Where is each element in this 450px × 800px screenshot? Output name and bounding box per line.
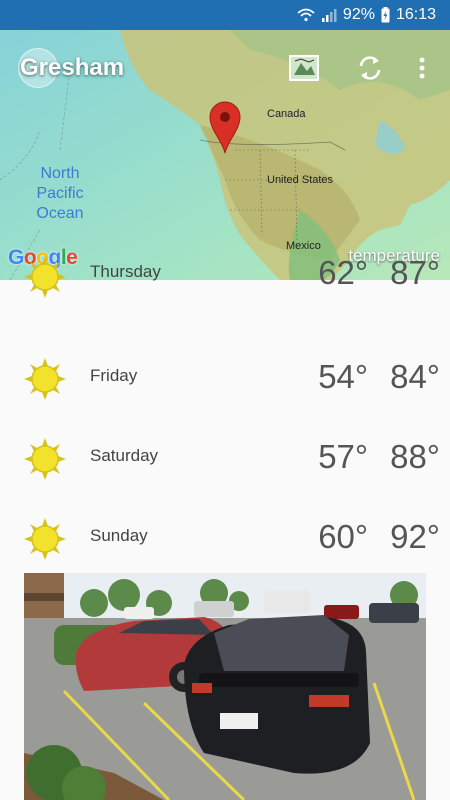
- temp-high: 88°: [390, 438, 440, 475]
- forecast-day: Friday: [90, 366, 138, 385]
- forecast-row[interactable]: Friday 54° 84°: [0, 336, 450, 416]
- forecast-day: Sunday: [90, 526, 148, 545]
- forecast-list[interactable]: Thursday 62° 87° Friday 54° 84° Saturday 5…: [0, 254, 450, 576]
- ocean-label-line: North: [40, 165, 80, 182]
- ocean-label: North Pacific Ocean: [36, 164, 84, 224]
- forecast-row[interactable]: Saturday 57° 88°: [0, 416, 450, 496]
- forecast-temps: 57° 88°: [296, 438, 440, 476]
- city-title[interactable]: Gresham: [20, 54, 124, 82]
- more-vert-icon: [419, 57, 425, 79]
- forecast-day: Saturday: [90, 446, 159, 465]
- status-bar: 92% 16:13: [0, 0, 450, 30]
- wifi-icon: [297, 8, 315, 22]
- temp-high: 87°: [390, 254, 440, 291]
- temp-high: 92°: [390, 518, 440, 555]
- canada-label: Canada: [267, 108, 306, 120]
- map-view[interactable]: Gresham North Pacific Ocean Canada Unite…: [0, 30, 450, 280]
- sun-icon: [24, 358, 66, 400]
- signal-icon: [321, 9, 337, 22]
- forecast-temps: 60° 92°: [296, 518, 440, 556]
- battery-charging-icon: [381, 7, 390, 23]
- forecast-temps: 54° 84°: [296, 358, 440, 396]
- battery-percent: 92%: [342, 6, 375, 23]
- temp-low: 54°: [318, 358, 369, 395]
- usa-label: United States: [267, 174, 334, 186]
- map-icon: [289, 55, 319, 81]
- sun-icon: [24, 256, 66, 298]
- ocean-label-line: Ocean: [36, 205, 84, 222]
- refresh-button[interactable]: [354, 52, 386, 84]
- sun-icon: [24, 438, 66, 480]
- forecast-day: Thursday: [90, 262, 161, 281]
- temp-high: 84°: [390, 358, 440, 395]
- temp-low: 60°: [318, 518, 369, 555]
- mexico-label: Mexico: [286, 240, 321, 252]
- forecast-row[interactable]: Thursday 62° 87°: [0, 254, 450, 336]
- parking-lot-photo: [24, 573, 426, 800]
- sun-icon: [24, 518, 66, 560]
- status-indicators: 92% 16:13: [297, 6, 436, 24]
- clock: 16:13: [395, 6, 436, 23]
- forecast-row[interactable]: Sunday 60° 92°: [0, 496, 450, 576]
- temp-low: 57°: [318, 438, 369, 475]
- ocean-label-line: Pacific: [36, 185, 84, 202]
- refresh-icon: [359, 56, 381, 80]
- forecast-temps: 62° 87°: [296, 254, 440, 292]
- location-marker-icon[interactable]: [208, 100, 242, 154]
- temp-low: 62°: [318, 254, 369, 291]
- map-toggle-button[interactable]: [288, 52, 320, 84]
- location-photo[interactable]: [24, 573, 426, 800]
- overflow-menu-button[interactable]: [406, 52, 438, 84]
